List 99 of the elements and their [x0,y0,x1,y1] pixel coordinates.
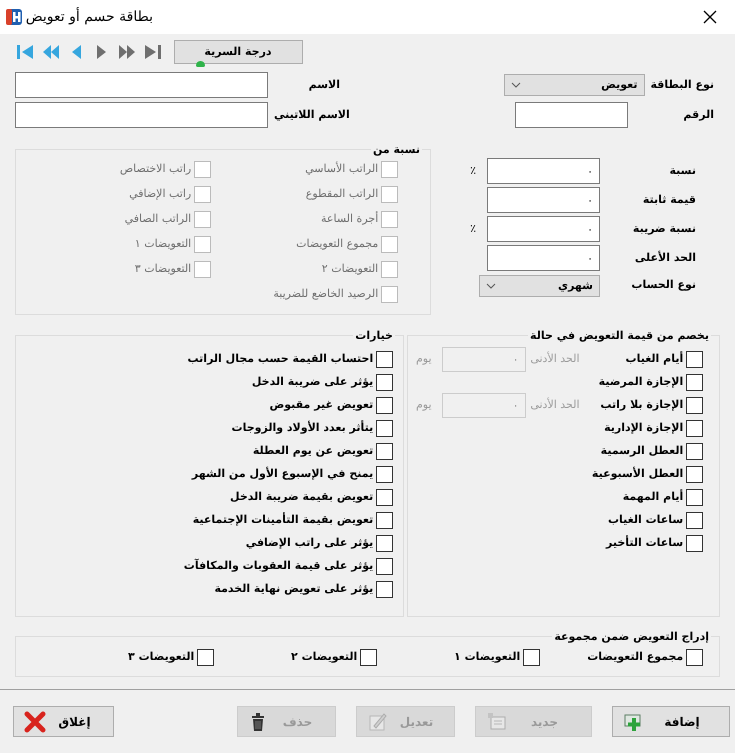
group-title: يخصم من قيمة التعويض في حالة [529,330,710,341]
checkbox[interactable] [686,443,703,460]
checkbox[interactable] [376,558,393,575]
field-label: الرقم [682,106,714,123]
checkbox-label: أيام الغياب [626,351,684,368]
field-label: نسبة [668,162,696,179]
x-icon [24,710,46,732]
chevron-down-icon [510,82,521,88]
checkbox[interactable] [686,649,703,666]
input-field[interactable] [15,72,268,98]
app-icon [5,8,23,26]
field-label: نوع البطاقة [650,76,714,93]
checkbox-label: مجموع التعويضات [296,236,378,252]
window-title: بطاقة حسم أو تعويض [26,6,153,26]
checkbox-label: ساعات التأخير [606,535,684,552]
checkbox[interactable] [686,374,703,391]
group-title: خيارات [354,330,394,341]
checkbox-label: العطل الأسبوعية [592,466,684,482]
checkbox[interactable] [686,397,703,414]
field-label: قيمة ثابتة [642,192,696,208]
checkbox[interactable] [686,535,703,552]
field-label: الحد الأدنى [529,397,580,414]
checkbox-label: التعويضات ٢ [291,649,358,666]
checkbox-label: التعويضات ٣ [134,261,192,278]
checkbox-label: احتساب القيمة حسب مجال الراتب [188,351,374,368]
checkbox-label: تعويض غير مقبوض [269,397,374,414]
checkbox-label: يؤثر على تعويض نهاية الخدمة [214,581,374,598]
checkbox-label: الإجازة بلا راتب [600,397,684,414]
checkbox-label: تعويض بقيمة ضريبة الدخل [230,489,374,506]
checkbox-label: العطل الرسمية [600,443,684,460]
group-title: نسبة من [372,144,421,155]
checkbox[interactable] [376,512,393,529]
checkbox[interactable] [686,512,703,529]
checkbox-label: الرصيد الخاضع للضريبة [273,286,378,302]
calculation-type-dropdown[interactable]: شهري [479,275,600,297]
checkbox[interactable] [686,489,703,506]
checkbox-label: الراتب الأساسي [305,161,378,178]
checkbox-label: التعويضات ١ [454,649,520,666]
field-label: الحد الأدنى [529,351,580,368]
percent-sign: ٪ [470,220,476,237]
checkbox-label: يؤثر على قيمة العقوبات والمكافآت [184,558,374,574]
checkbox[interactable] [376,466,393,483]
action-button[interactable]: إضافة [612,706,730,737]
input-field[interactable]: ٠ [487,245,600,271]
checkbox-label: التعويضات ٢ [322,261,378,278]
checkbox-label: يؤثر على ضريبة الدخل [252,374,374,390]
checkbox-label: الراتب الصافي [124,211,192,228]
field-label: الحد الأعلى [634,250,696,266]
checkbox-label: أيام المهمة [622,489,684,506]
checkbox[interactable] [376,489,393,506]
checkbox[interactable] [376,374,393,391]
input-field[interactable]: ٠ [487,216,600,242]
close-icon [703,10,717,24]
checkbox[interactable] [197,649,214,666]
checkbox-label: أجرة الساعة [321,211,378,228]
input-field[interactable]: ٠ [487,187,600,213]
document-icon [486,710,508,732]
checkbox-label: التعويضات ٣ [128,649,194,666]
field-label: الاسم [308,76,340,93]
secrecy-button[interactable]: درجة السرية [174,40,302,64]
field-label: نسبة ضريبة [632,220,696,237]
field-label: نوع الحساب [630,277,696,294]
checkbox[interactable] [376,581,393,598]
checkbox-label: تعويض بقيمة التأمينات الإجتماعية [192,512,374,528]
input-field[interactable] [15,102,268,128]
action-button[interactable]: إغلاق [13,706,114,737]
field-label: الاسم اللاتيني [273,106,350,123]
card-type-dropdown[interactable]: تعويض [504,74,645,96]
checkbox[interactable] [376,535,393,552]
checkbox[interactable] [376,420,393,437]
checkbox[interactable] [686,420,703,437]
unit-label: يوم [416,397,432,414]
input-field[interactable]: ٠ [487,158,600,184]
checkbox[interactable] [686,466,703,483]
checkbox-label: تعويض عن يوم العطلة [252,443,374,460]
checkbox-label: يتأثر بعدد الأولاد والزوجات [232,420,374,436]
input-field[interactable] [515,102,628,128]
percent-sign: ٪ [470,162,476,179]
checkbox-label: الإجازة الإدارية [604,420,684,436]
checkbox[interactable] [376,443,393,460]
checkbox-label: الإجازة المرضية [598,374,684,390]
checkbox-label: راتب الإضافي [129,186,192,202]
chevron-down-icon [486,283,496,289]
checkbox-label: يؤثر على راتب الإضافي [246,535,374,552]
pencil-icon [367,710,389,732]
checkbox[interactable] [360,649,377,666]
checkbox-label: ساعات الغياب [608,512,684,528]
checkbox[interactable] [376,351,393,368]
checkbox-label: التعويضات ١ [134,236,192,252]
unit-label: يوم [416,351,432,368]
checkbox[interactable] [686,351,703,368]
group-title: إدراج التعويض ضمن مجموعة [553,631,710,642]
checkbox-label: يمنح في الإسبوع الأول من الشهر [192,466,374,482]
checkbox-label: مجموع التعويضات [587,649,684,666]
indicator-light [196,61,204,67]
checkbox[interactable] [523,649,540,666]
checkbox-label: راتب الاختصاص [120,161,192,178]
checkbox-label: الراتب المقطوع [306,186,378,202]
checkbox[interactable] [376,397,393,414]
